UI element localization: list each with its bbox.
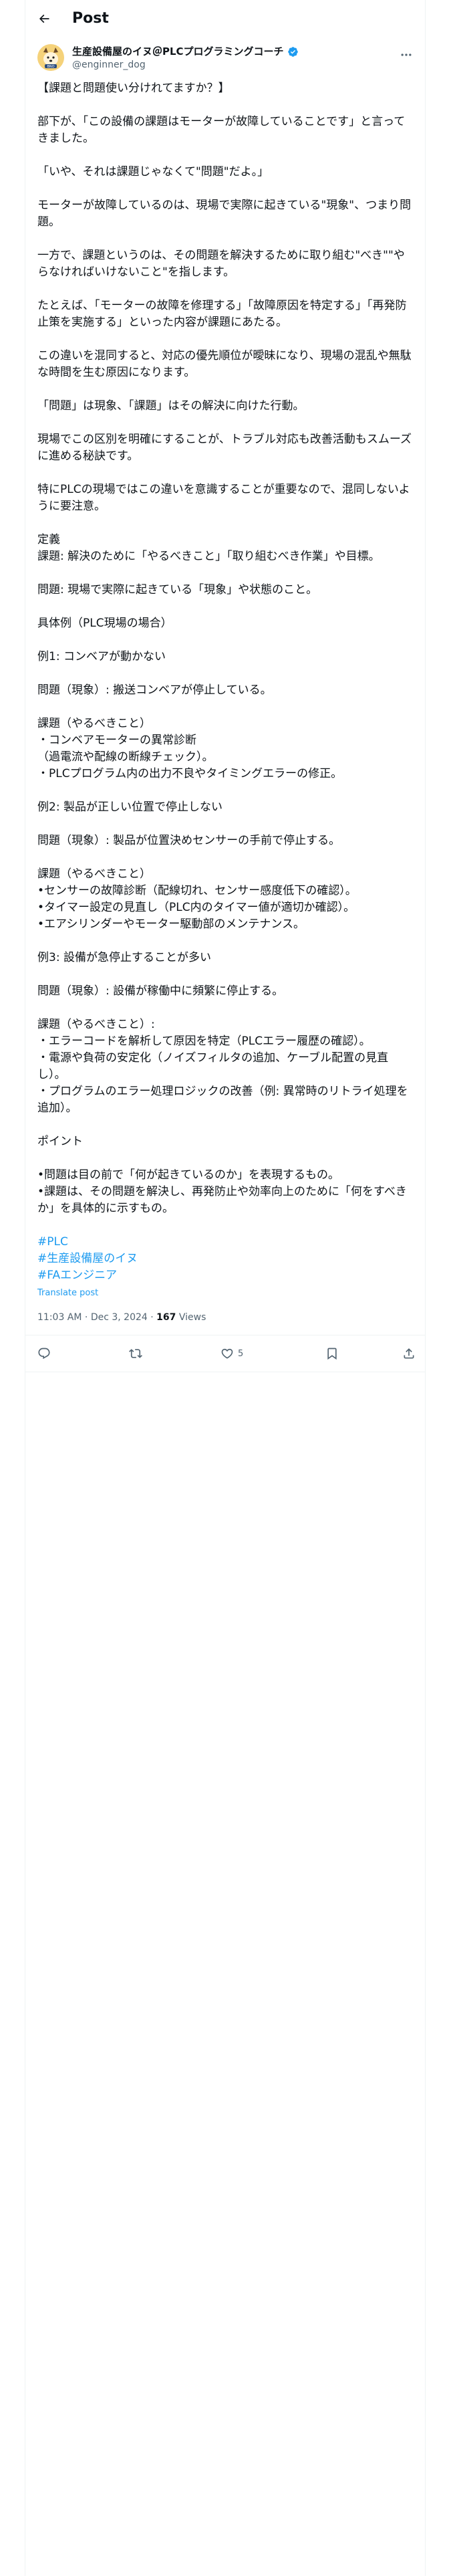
repost-icon (129, 1349, 142, 1358)
avatar[interactable]: BNO (37, 44, 64, 71)
share-icon (404, 1348, 414, 1359)
hashtag-list: #PLC #生産設備屋のイヌ #FAエンジニア (37, 1234, 416, 1284)
dog-avatar-icon: BNO (37, 44, 64, 71)
reply-button[interactable] (37, 1346, 51, 1362)
author-name-row[interactable]: 生産設備屋のイヌ＠PLCプログラミングコーチ (72, 45, 299, 58)
action-bar: 5 (25, 1335, 425, 1372)
post-paragraph: この違いを混同すると、対応の優先順位が曖昧になり、現場の混乱や無駄な時間を生む原… (37, 349, 412, 379)
post-paragraph: 例3: 設備が急停止することが多い (37, 951, 211, 964)
share-button[interactable] (402, 1346, 416, 1362)
post-paragraph: 課題（やるべきこと） •センサーの故障診断（配線切れ、センサー感度低下の確認）。… (37, 867, 357, 931)
post-paragraph: 「問題」は現象、「課題」はその解決に向けた行動。 (37, 399, 305, 413)
views-label: Views (176, 1312, 206, 1323)
post-paragraph: 部下が、「この設備の課題はモーターが故障していることです」と言ってきました。 (37, 115, 406, 145)
author-row: BNO 生産設備屋のイヌ＠PLCプログラミングコーチ @enginner_dog (37, 43, 416, 72)
author-display-name[interactable]: 生産設備屋のイヌ＠PLCプログラミングコーチ (72, 45, 284, 58)
like-count: 5 (238, 1348, 244, 1359)
arrow-left-icon (39, 14, 49, 23)
post-paragraph: 課題（やるべきこと）: ・エラーコードを解析して原因を特定（PLCエラー履歴の確… (37, 1018, 408, 1115)
back-button[interactable] (35, 9, 53, 28)
reply-icon (38, 1348, 50, 1360)
post-date[interactable]: Dec 3, 2024 (91, 1312, 148, 1323)
post-paragraph: 問題（現象）: 設備が稼働中に頻繁に停止する。 (37, 984, 284, 998)
hashtag-link[interactable]: #PLC (37, 1234, 416, 1251)
meta-separator: · (82, 1312, 91, 1323)
bookmark-icon (327, 1348, 337, 1360)
post-paragraph: 例1: コンベアが動かない (37, 650, 166, 663)
post-paragraph: 特にPLCの現場ではこの違いを意識することが重要なので、混同しないように要注意。 (37, 483, 410, 513)
post-paragraph: 「いや、それは課題じゃなくて"問題"だよ。」 (37, 165, 269, 179)
post-paragraph: 一方で、課題というのは、その問題を解決するために取り組む"べき""やらなければい… (37, 249, 405, 279)
post-body: 【課題と問題使い分けれてますか？】部下が、「この設備の課題はモーターが故障してい… (37, 80, 416, 1324)
post-paragraph: モーターが故障しているのは、現場で実際に起きている"現象"、つまり問題。 (37, 199, 412, 229)
more-options-button[interactable] (398, 47, 414, 63)
post-paragraph: 例2: 製品が正しい位置で停止しない (37, 800, 222, 814)
post-text: 【課題と問題使い分けれてますか？】部下が、「この設備の課題はモーターが故障してい… (37, 80, 416, 1217)
like-button[interactable]: 5 (220, 1346, 243, 1362)
post-paragraph: 【課題と問題使い分けれてますか？】 (37, 82, 230, 95)
repost-button[interactable] (129, 1346, 142, 1362)
post-paragraph: 問題: 現場で実際に起きている「現象」や状態のこと。 (37, 583, 318, 597)
hashtag-link[interactable]: #生産設備屋のイヌ (37, 1251, 416, 1267)
post-paragraph: 問題（現象）: 製品が位置決めセンサーの手前で停止する。 (37, 834, 341, 847)
views-count: 167 (156, 1312, 176, 1323)
translate-post-link[interactable]: Translate post (37, 1287, 416, 1300)
post-time[interactable]: 11:03 AM (37, 1312, 82, 1323)
post-paragraph: たとえば、「モーターの故障を修理する」「故障原因を特定する」「再発防止策を実施す… (37, 299, 407, 329)
top-bar: Post (25, 0, 425, 37)
post-paragraph: ポイント (37, 1135, 83, 1148)
more-horizontal-icon (401, 53, 412, 56)
hashtag-link[interactable]: #FAエンジニア (37, 1267, 416, 1284)
post-paragraph: 具体例（PLC現場の場合） (37, 617, 172, 630)
post-metadata: 11:03 AM · Dec 3, 2024 · 167 Views (37, 1311, 416, 1324)
author-handle[interactable]: @enginner_dog (72, 59, 146, 71)
post-paragraph: 課題（やるべきこと） ・コンベアモーターの異常診断 （過電流や配線の断線チェック… (37, 717, 343, 780)
post-column: Post BNO 生産設備屋のイヌ＠PLCプログラミングコーチ @enginne… (25, 0, 426, 2576)
heart-icon (221, 1348, 233, 1359)
post-paragraph: 現場でこの区別を明確にすることが、トラブル対応も改善活動もスムーズに進める秘訣で… (37, 433, 412, 463)
post-paragraph: 定義 課題: 解決のために「やるべきこと」「取り組むべき作業」や目標。 (37, 533, 380, 563)
avatar-text: BNO (47, 65, 54, 69)
bookmark-button[interactable] (325, 1346, 339, 1362)
verified-badge-icon (287, 46, 298, 57)
meta-separator: · (147, 1312, 157, 1323)
post-paragraph: •問題は目の前で「何が起きているのか」を表現するもの。 •課題は、その問題を解決… (37, 1168, 407, 1215)
post-paragraph: 問題（現象）: 搬送コンベアが停止している。 (37, 683, 272, 697)
page-title: Post (72, 10, 109, 27)
